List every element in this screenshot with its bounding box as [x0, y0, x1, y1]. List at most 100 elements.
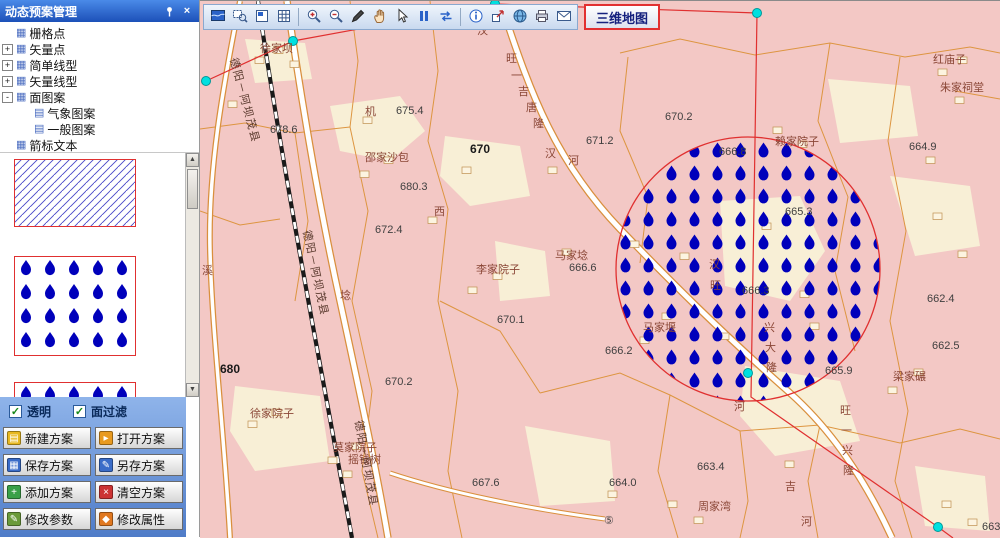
building: [888, 387, 897, 394]
map-handle[interactable]: [744, 369, 753, 378]
toolbar-button-zoom-out[interactable]: [325, 7, 346, 28]
pen-icon: [350, 8, 366, 27]
scroll-thumb[interactable]: [187, 169, 198, 209]
tree-item-weather-pattern[interactable]: ▤气象图案: [20, 105, 197, 121]
building: [958, 251, 967, 258]
pattern-preview-drops[interactable]: [14, 256, 136, 356]
building: [955, 97, 964, 104]
toolbar-button-overview[interactable]: [251, 7, 272, 28]
modify-attrs-button[interactable]: ◆修改属性: [95, 508, 183, 530]
tree-item-vector-point[interactable]: +▦矢量点: [2, 41, 197, 57]
tree-item-simple-line[interactable]: +▦简单线型: [2, 57, 197, 73]
save-as-plan-button[interactable]: ✎另存方案: [95, 454, 183, 476]
scroll-down-button[interactable]: ▼: [186, 383, 199, 397]
pause-icon: [416, 8, 432, 27]
zoom-out-icon: [328, 8, 344, 27]
globe-icon: [512, 8, 528, 27]
plan-controls-panel: ✓ 透明 ✓ 面过滤 ▤新建方案 ▸打开方案 ▦保存方案 ✎另存方案 +添加方案…: [0, 397, 186, 537]
toolbar-button-globe[interactable]: [509, 7, 530, 28]
new-plan-button[interactable]: ▤新建方案: [3, 427, 91, 449]
toolbar-button-print[interactable]: [531, 7, 552, 28]
application-window: 动态预案管理 × ▦栅格点 +▦矢量点 +▦简单线型 +▦矢量线型 -▦面图案 …: [0, 0, 1000, 537]
weather-pattern-region[interactable]: [616, 137, 880, 401]
pattern-preview-hatch[interactable]: [14, 159, 136, 227]
scroll-up-button[interactable]: ▲: [186, 153, 199, 167]
panel-title: 动态预案管理: [5, 3, 77, 20]
mail-icon: [556, 8, 572, 27]
map-handle[interactable]: [202, 77, 211, 86]
toolbar-button-info[interactable]: [465, 7, 486, 28]
edit-pencil-icon: ✎: [7, 512, 21, 526]
building: [926, 157, 935, 164]
toolbar-button-mail[interactable]: [553, 7, 574, 28]
map-canvas[interactable]: 徐家坝汉旺一吉唐隆红庙子朱家祠堂机675.4678.6670.2邵家沙包6706…: [200, 0, 1000, 537]
tree-item-icon: ▤: [34, 124, 44, 135]
pan-hand-icon: [372, 8, 388, 27]
print-icon: [534, 8, 550, 27]
tree-toggle[interactable]: +: [2, 60, 13, 71]
tree-item-raster-point[interactable]: ▦栅格点: [2, 25, 197, 41]
building: [968, 519, 977, 526]
building: [608, 491, 617, 498]
map-toolbar: [203, 4, 578, 30]
building: [272, 409, 281, 416]
toolbar-button-zoom-window[interactable]: [229, 7, 250, 28]
building: [958, 57, 967, 64]
save-disk-icon: ▦: [7, 458, 21, 472]
tree-item-area-pattern[interactable]: -▦面图案: [2, 89, 197, 105]
tree-item-icon: ▦: [16, 44, 26, 55]
toolbar-button-zoom-in[interactable]: [303, 7, 324, 28]
toolbar-button-grid[interactable]: [273, 7, 294, 28]
panel-titlebar: 动态预案管理 ×: [0, 0, 199, 22]
building: [493, 273, 502, 280]
building: [694, 517, 703, 524]
area-filter-checkbox[interactable]: ✓ 面过滤: [73, 403, 127, 420]
tree-toggle[interactable]: +: [2, 44, 13, 55]
attribute-diamond-icon: ◆: [99, 512, 113, 526]
new-plan-icon: ▤: [7, 431, 21, 445]
toolbar-button-map[interactable]: [207, 7, 228, 28]
pattern-type-tree: ▦栅格点 +▦矢量点 +▦简单线型 +▦矢量线型 -▦面图案 ▤气象图案 ▤一般…: [0, 22, 199, 152]
tree-item-vector-line[interactable]: +▦矢量线型: [2, 73, 197, 89]
toolbar-button-export[interactable]: [487, 7, 508, 28]
toolbar-button-pause[interactable]: [413, 7, 434, 28]
building: [248, 421, 257, 428]
toolbar-button-pan[interactable]: [369, 7, 390, 28]
building: [785, 461, 794, 468]
tree-toggle[interactable]: +: [2, 76, 13, 87]
map-3d-button[interactable]: 三维地图: [584, 4, 660, 30]
building: [798, 141, 807, 148]
tree-item-icon: ▦: [16, 60, 26, 71]
checkbox-mark[interactable]: ✓: [73, 405, 86, 418]
pattern-preview-list: ▲ ▼: [0, 152, 199, 397]
add-plan-button[interactable]: +添加方案: [3, 481, 91, 503]
open-plan-button[interactable]: ▸打开方案: [95, 427, 183, 449]
tree-item-general-pattern[interactable]: ▤一般图案: [20, 121, 197, 137]
close-icon[interactable]: ×: [180, 4, 194, 18]
checkbox-mark[interactable]: ✓: [9, 405, 22, 418]
transparent-checkbox[interactable]: ✓ 透明: [9, 403, 51, 420]
tree-item-icon: ▦: [16, 140, 26, 151]
building: [668, 501, 677, 508]
map-handle[interactable]: [934, 523, 943, 532]
tree-item-icon: ▦: [16, 92, 26, 103]
toolbar-button-refresh[interactable]: [435, 7, 456, 28]
map-svg[interactable]: 徐家坝汉旺一吉唐隆红庙子朱家祠堂机675.4678.6670.2邵家沙包6706…: [200, 1, 1000, 538]
tree-item-icon: ▤: [34, 108, 44, 119]
toolbar-button-identify[interactable]: [391, 7, 412, 28]
pin-icon[interactable]: [162, 4, 176, 18]
clear-plan-button[interactable]: ×清空方案: [95, 481, 183, 503]
zoom-in-icon: [306, 8, 322, 27]
map-handle[interactable]: [753, 9, 762, 18]
pattern-preview-drops-2[interactable]: [14, 382, 136, 397]
save-as-icon: ✎: [99, 458, 113, 472]
pattern-list-scrollbar[interactable]: ▲ ▼: [185, 153, 199, 397]
tree-item-arrow-text[interactable]: ▦箭标文本: [2, 137, 197, 152]
save-plan-button[interactable]: ▦保存方案: [3, 454, 91, 476]
toolbar-button-pen[interactable]: [347, 7, 368, 28]
modify-params-button[interactable]: ✎修改参数: [3, 508, 91, 530]
export-icon: [490, 8, 506, 27]
tree-toggle[interactable]: -: [2, 92, 13, 103]
map-handle[interactable]: [289, 37, 298, 46]
building: [468, 287, 477, 294]
